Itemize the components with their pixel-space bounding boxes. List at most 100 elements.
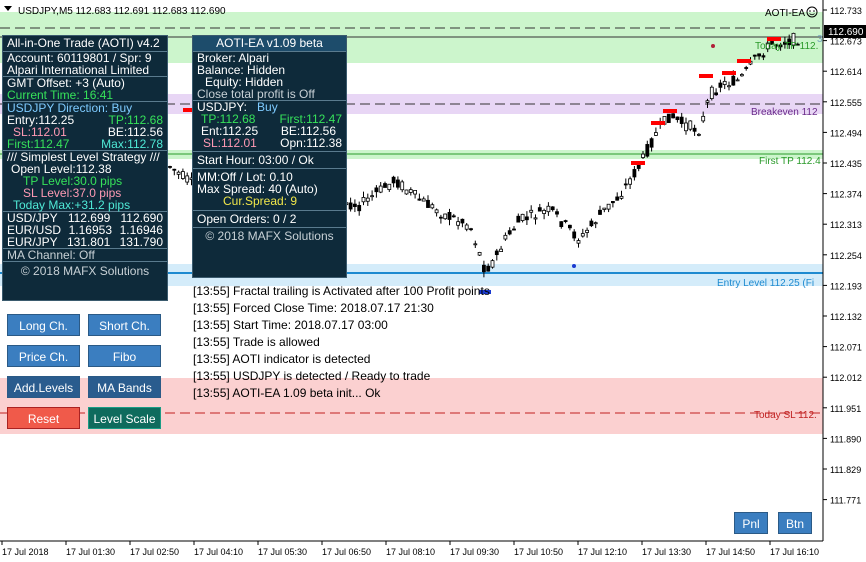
candle-body — [744, 67, 749, 69]
candle-body — [378, 185, 383, 193]
candle-body — [697, 133, 701, 136]
candle-body — [606, 203, 611, 210]
candle-body — [671, 113, 675, 119]
broker-info: Alpari International Limited — [7, 63, 150, 77]
price-tick-label: 111.771 — [830, 496, 861, 506]
price-tick-label: 112.132 — [830, 312, 862, 322]
time-tick-label: 17 Jul 10:50 — [514, 547, 563, 557]
breakeven-label: Breakeven 112 — [751, 107, 818, 118]
price-tick-label: 112.313 — [830, 220, 862, 230]
candle-body — [361, 197, 366, 203]
ma-bands-button[interactable]: MA Bands — [88, 376, 161, 398]
candle-body — [387, 183, 392, 190]
quotes-table: USD/JPY 112.699 112.690 EUR/USD 1.16953 1.169… — [3, 212, 167, 248]
candle-body — [701, 115, 706, 122]
candle-body — [469, 228, 473, 231]
long-channel-button[interactable]: Long Ch. — [7, 314, 80, 336]
candle-body — [456, 221, 461, 226]
short-channel-button[interactable]: Short Ch. — [88, 314, 161, 336]
candle-body — [525, 216, 529, 221]
reset-button[interactable]: Reset — [7, 407, 80, 429]
candle-body — [705, 100, 710, 103]
candle-body — [499, 248, 504, 252]
today-max: Today Max:+31.2 pips — [13, 198, 131, 212]
candle-body — [473, 243, 478, 246]
time-axis: 17 Jul 2018 17 Jul 01:30 17 Jul 02:50 17 Ju… — [1, 541, 819, 557]
candle-body — [593, 222, 598, 225]
ea-cur-spread: Cur.Spread: 9 — [223, 194, 298, 208]
price-tick-label: 112.494 — [830, 128, 862, 138]
candle-body — [451, 215, 456, 218]
candle-body — [546, 205, 551, 213]
first-tp-label: First TP 112.4 — [759, 156, 821, 167]
current-time: Current Time: 16:41 — [7, 88, 114, 102]
candle-body — [512, 228, 516, 231]
candle-body — [559, 221, 564, 228]
candle-body — [585, 229, 589, 233]
candle-body — [679, 116, 684, 124]
price-tick-label: 112.374 — [830, 190, 862, 200]
candle-body — [628, 178, 632, 185]
pnl-button[interactable]: Pnl — [734, 512, 768, 534]
ea-sl: SL:112.01 — [203, 136, 257, 150]
candle-body — [533, 217, 538, 220]
candle-body — [615, 196, 620, 201]
today-tp-label: Today TP 112. — [755, 41, 818, 52]
level-scale-button[interactable]: Level Scale — [88, 407, 161, 429]
candle-body — [641, 153, 645, 158]
add-levels-button[interactable]: Add.Levels — [7, 376, 80, 398]
candle-body — [400, 181, 405, 191]
price-channel-button[interactable]: Price Ch. — [7, 345, 80, 367]
btn-button[interactable]: Btn — [778, 512, 812, 534]
price-tick-label: 111.951 — [830, 404, 861, 414]
price-tick-label: 112.733 — [830, 6, 862, 16]
price-tick-label: 112.071 — [830, 343, 862, 353]
candle-body — [464, 224, 469, 230]
candle-body — [486, 265, 491, 272]
time-tick-label: 17 Jul 02:50 — [130, 547, 179, 557]
candle-body — [168, 166, 172, 168]
candle-body — [727, 85, 731, 88]
price-tick-label: 112.254 — [830, 251, 862, 261]
ea-start-hour: Start Hour: 03:00 / Ok — [197, 153, 314, 167]
current-price-label: 112.690 — [828, 27, 864, 38]
log-line: [13:55] Start Time: 2018.07.17 03:00 — [193, 318, 388, 332]
candle-body — [619, 195, 624, 199]
candle-body — [494, 250, 499, 256]
candle-body — [752, 54, 757, 57]
chart-menu-icon[interactable] — [4, 6, 12, 11]
candle-body — [666, 113, 671, 123]
candle-body — [443, 213, 448, 220]
quote-sym: EUR/JPY — [7, 235, 58, 249]
candle-body — [404, 189, 409, 195]
aoti-panel-title: All-in-One Trade (AOTI) v4.2 — [3, 36, 167, 51]
log-line: [13:55] AOTI-EA 1.09 beta init... Ok — [193, 386, 381, 400]
price-tick-label: 111.890 — [830, 434, 861, 444]
candle-body — [645, 144, 650, 157]
candle-body — [391, 176, 396, 184]
time-tick-label: 17 Jul 2018 — [2, 547, 49, 557]
entry-level-label: Entry Level 112.25 (Fi — [717, 278, 814, 289]
candle-body — [589, 220, 594, 227]
time-tick-label: 17 Jul 08:10 — [386, 547, 435, 557]
price-tick-label: 112.193 — [830, 281, 862, 291]
price-tick-label: 112.614 — [830, 67, 862, 77]
candle-body — [417, 198, 422, 201]
quote-row: EUR/JPY 131.801 131.790 — [3, 236, 167, 248]
log-line: [13:55] AOTI indicator is detected — [193, 352, 371, 366]
fibo-button[interactable]: Fibo — [88, 345, 161, 367]
time-tick-label: 17 Jul 06:50 — [322, 547, 371, 557]
candle-body — [709, 86, 714, 99]
candle-body — [374, 187, 379, 193]
candle-body — [563, 220, 568, 222]
log-line: [13:55] USDJPY is detected / Ready to tr… — [193, 369, 431, 383]
candle-body — [654, 132, 658, 136]
candle-body — [516, 215, 521, 223]
time-tick-label: 17 Jul 12:10 — [578, 547, 627, 557]
candle-body — [611, 201, 615, 204]
candle-body — [722, 80, 727, 85]
price-axis: 112.733 112.673 112.614 112.555 112.494 112.4… — [823, 6, 862, 506]
candle-body — [426, 199, 430, 208]
today-tp-tail: 3 — [817, 34, 823, 45]
candle-body — [555, 211, 559, 215]
